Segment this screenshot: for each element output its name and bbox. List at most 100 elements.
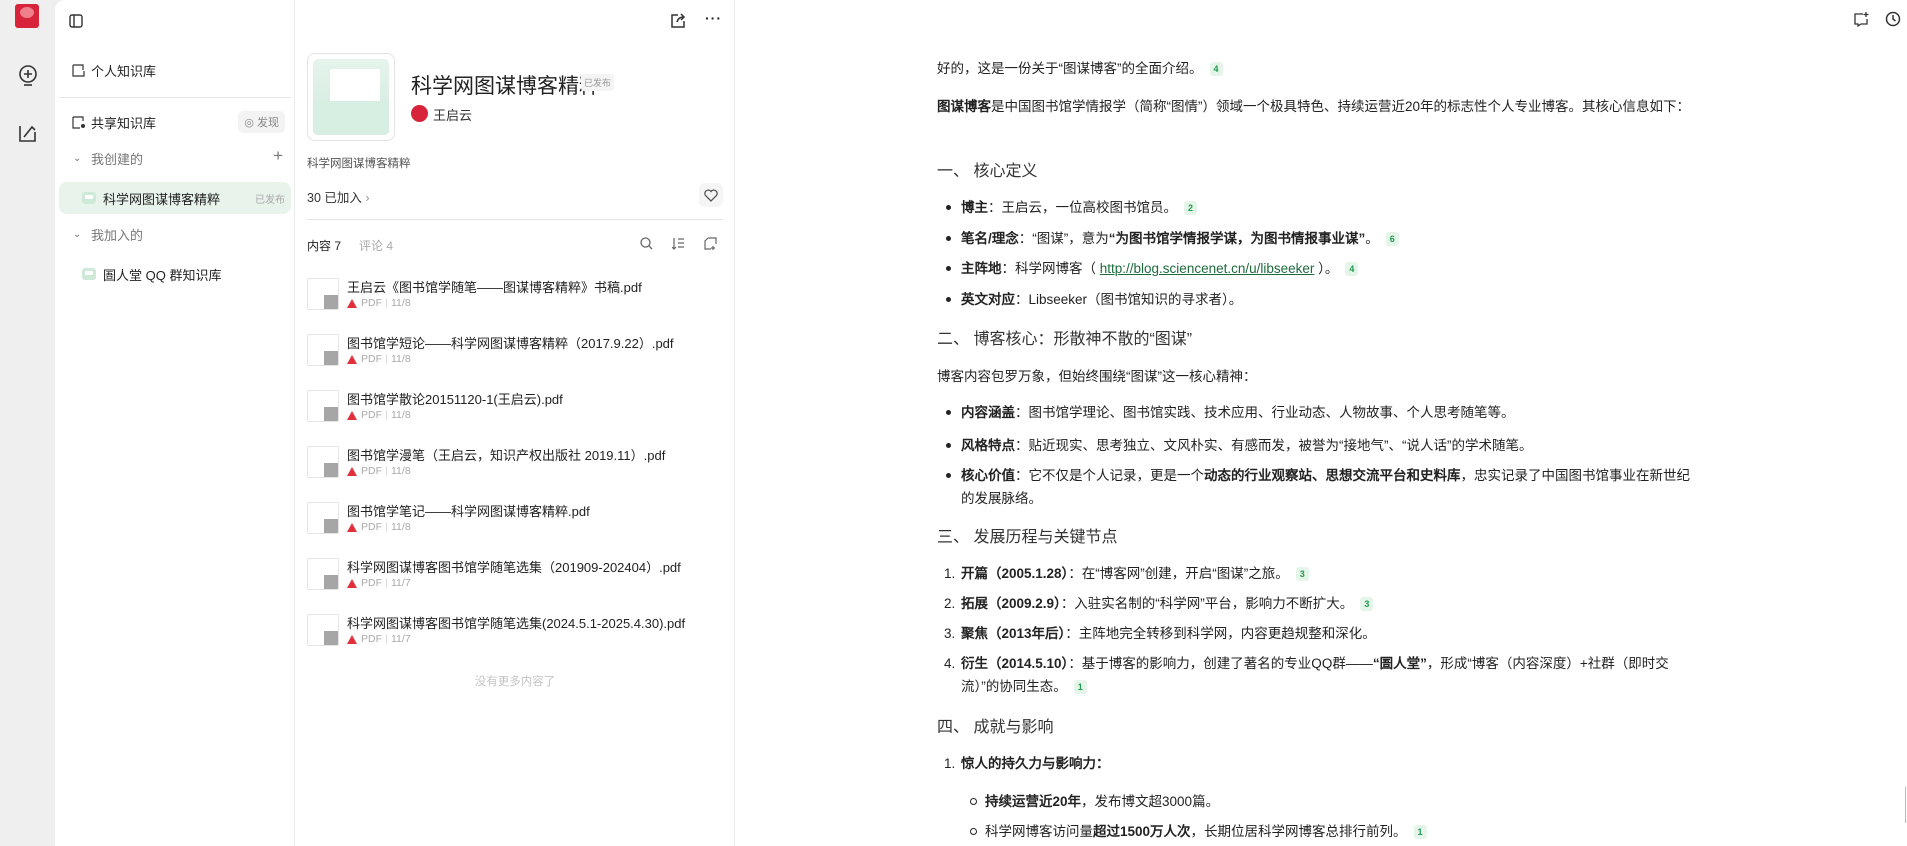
file-item[interactable]: 图书馆学散论20151120-1(王启云).pdf PDF 11/8 (307, 390, 727, 434)
citation-badge[interactable]: 1 (1413, 825, 1427, 839)
file-type: PDF (361, 633, 382, 645)
section-joined[interactable]: ⌄ 我加入的 (55, 225, 295, 243)
section-created[interactable]: ⌄ 我创建的 + (55, 146, 295, 167)
discover-label: 发现 (257, 117, 279, 129)
item-label: 持续运营近20年 (985, 794, 1082, 809)
item-text: ，长期位居科学网博客总排行前列。 (1190, 824, 1407, 839)
pdf-icon (347, 298, 357, 308)
item-label: 超过1500万人次 (1093, 824, 1191, 839)
plus-icon[interactable]: + (273, 146, 283, 166)
new-chat-icon[interactable] (1854, 12, 1869, 27)
section-heading: 一、 核心定义 (937, 163, 1038, 180)
more-icon[interactable]: ··· (705, 10, 722, 26)
file-date: 11/7 (391, 633, 411, 645)
file-item[interactable]: 图书馆学笔记——科学网图谋博客精粹.pdf PDF 11/8 (307, 502, 727, 546)
file-type: PDF (361, 465, 382, 477)
citation-badge[interactable]: 6 (1385, 231, 1399, 246)
divider (59, 97, 291, 98)
file-name: 科学网图谋博客图书馆学随笔选集（201909-202404）.pdf (347, 560, 681, 575)
members-link[interactable]: 30 已加入 › (307, 187, 370, 206)
item-text: ：科学网博客（ (1001, 261, 1100, 276)
item-text: ：主阵地完全转移到科学网，内容更趋规整和深化。 (1065, 626, 1376, 641)
file-thumbnail (307, 614, 339, 646)
list-item: 3. 聚焦（2013年后）：主阵地完全转移到科学网，内容更趋规整和深化。 (944, 622, 1701, 645)
sort-icon[interactable] (672, 237, 685, 250)
item-text: ：Libseeker（图书馆知识的寻求者）。 (1015, 291, 1243, 307)
item-text: ：入驻实名制的“科学网”平台，影响力不断扩大。 (1060, 596, 1354, 611)
section-paragraph: 博客内容包罗万象，但始终围绕“图谋”这一核心精神： (937, 369, 1257, 384)
app-logo[interactable] (15, 4, 39, 28)
item-label: 核心价值 (961, 468, 1015, 483)
term: 图谋博客 (937, 99, 991, 114)
history-icon[interactable] (1885, 11, 1901, 27)
section-label: 我加入的 (91, 227, 144, 243)
pdf-icon (347, 354, 357, 364)
add-file-icon[interactable] (704, 237, 717, 250)
file-type: PDF (361, 297, 382, 309)
citation-badge[interactable]: 3 (1360, 597, 1374, 611)
file-thumbnail (307, 558, 339, 590)
item-text: ：贴近现实、思考独立、文风朴实、有感而发，被誉为“接地气”、“说人话”的学术随笔… (1015, 438, 1533, 453)
sidebar-item-label: 共享知识库 (91, 115, 157, 131)
divider (307, 219, 723, 220)
sidebar-item-shared-kb[interactable]: 共享知识库 ◎ 发现 (55, 111, 295, 133)
file-thumbnail (307, 334, 339, 366)
kb-icon (82, 268, 96, 280)
citation-badge[interactable]: 3 (1295, 567, 1309, 581)
tab-content[interactable]: 内容 7 (307, 237, 341, 254)
citation-badge[interactable]: 1 (1073, 680, 1087, 694)
file-type: PDF (361, 409, 382, 421)
citation-badge[interactable]: 2 (1184, 201, 1198, 215)
sidebar-toggle-icon[interactable] (69, 14, 83, 28)
sidebar-item-personal-kb[interactable]: 个人知识库 (55, 60, 295, 80)
pdf-icon (347, 634, 357, 644)
file-thumbnail (307, 502, 339, 534)
list-item: 持续运营近20年，发布博文超3000篇。 (970, 790, 1725, 813)
file-item[interactable]: 科学网图谋博客图书馆学随笔选集（201909-202404）.pdf PDF 11… (307, 558, 727, 602)
item-text: ：“图谋”，意为 (1018, 230, 1109, 246)
file-type: PDF (361, 521, 382, 533)
published-badge: 已发布 (255, 194, 285, 206)
item-label: 内容涵盖 (961, 405, 1015, 420)
app-rail (0, 0, 55, 846)
item-label: 衍生（2014.5.10） (961, 656, 1069, 671)
sidebar-item-kb[interactable]: 圄人堂 QQ 群知识库 (55, 264, 295, 284)
bulb-icon[interactable] (17, 64, 39, 88)
kb-cover (307, 53, 395, 141)
sidebar-item-label: 圄人堂 QQ 群知识库 (103, 267, 222, 283)
author-avatar (411, 105, 428, 122)
author-name[interactable]: 王启云 (433, 105, 472, 124)
citation-badge[interactable]: 4 (1209, 62, 1223, 76)
item-emphasis: 动态的行业观察站、思想交流平台和史料库 (1204, 468, 1461, 483)
file-name: 科学网图谋博客图书馆学随笔选集(2024.5.1-2025.4.30).pdf (347, 616, 686, 631)
file-item[interactable]: 王启云《图书馆学随笔——图谋博客精粹》书稿.pdf PDF 11/8 (307, 278, 727, 322)
scrollbar[interactable] (1905, 787, 1906, 823)
list-number: 1. (944, 566, 956, 581)
file-thumbnail (307, 446, 339, 478)
kb-title: 科学网图谋博客精粹 (411, 75, 600, 98)
shared-kb-icon (72, 115, 86, 129)
share-icon[interactable] (671, 13, 686, 28)
item-label: 拓展（2009.2.9） (961, 596, 1061, 611)
file-item[interactable]: 科学网图谋博客图书馆学随笔选集(2024.5.1-2025.4.30).pdf … (307, 614, 727, 658)
file-item[interactable]: 图书馆学短论——科学网图谋博客精粹（2017.9.22）.pdf PDF 11/8 (307, 334, 727, 378)
item-label: 博主 (961, 200, 988, 215)
answer-panel: 好的，这是一份关于“图谋博客”的全面介绍。 4 图谋博客是中国图书馆学情报学（简称“… (735, 0, 1907, 846)
tab-comments[interactable]: 评论 4 (359, 237, 393, 254)
list-item: 英文对应：Libseeker（图书馆知识的寻求者）。 (946, 288, 1701, 311)
citation-badge[interactable]: 4 (1345, 262, 1359, 276)
file-date: 11/8 (391, 297, 411, 309)
blog-link[interactable]: http://blog.sciencenet.cn/u/libseeker (1100, 261, 1315, 276)
sidebar-item-kb[interactable]: 科学网图谋博客精粹 已发布 (59, 182, 291, 214)
intro-paragraph: 好的，这是一份关于“图谋博客”的全面介绍。 4 (937, 58, 1717, 80)
chevron-down-icon: ⌄ (73, 152, 82, 164)
favorite-button[interactable] (699, 183, 723, 207)
item-label: 开篇（2005.1.28） (961, 566, 1069, 581)
pdf-icon (347, 522, 357, 532)
item-label: 英文对应 (961, 291, 1015, 307)
search-icon[interactable] (640, 237, 653, 250)
edit-note-icon[interactable] (18, 123, 38, 143)
summary-paragraph: 图谋博客是中国图书馆学情报学（简称“图情”）领域一个极具特色、持续运营近20年的… (937, 96, 1717, 118)
file-item[interactable]: 图书馆学漫笔（王启云，知识产权出版社 2019.11）.pdf PDF 11/8 (307, 446, 727, 490)
discover-button[interactable]: ◎ 发现 (238, 111, 285, 133)
